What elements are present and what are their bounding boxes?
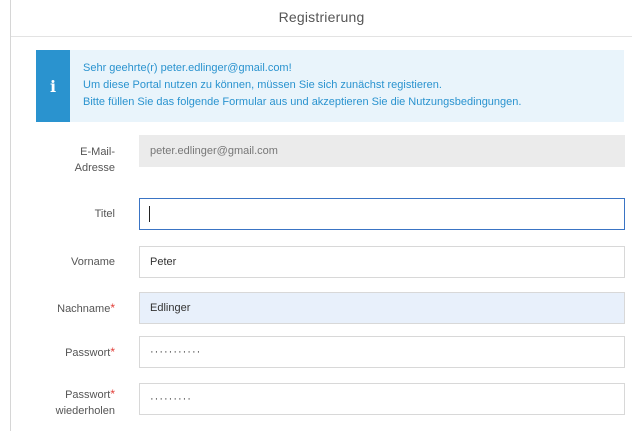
password-repeat-input[interactable]: ········· [139,383,625,415]
email-label-line1: E-Mail- [80,146,115,158]
required-asterisk: * [110,301,115,315]
info-line-greeting: Sehr geehrte(r) peter.edlinger@gmail.com… [83,62,292,74]
password-repeat-label-line1: Passwort [65,389,111,401]
email-label-line2: Adresse [74,162,115,174]
password-repeat-input-value: ········· [150,393,192,405]
firstname-input[interactable]: Peter [139,246,625,278]
lastname-label-text: Nachname [57,303,111,315]
info-line-instructions: Bitte füllen Sie das folgende Formular a… [83,96,522,108]
text-caret [149,206,150,222]
password-input[interactable]: ··········· [139,336,625,368]
password-input-value: ··········· [150,346,202,358]
title-label: Titel [94,208,115,220]
password-label-text: Passwort [65,347,111,359]
required-asterisk: * [110,345,115,359]
password-repeat-label: Passwort* wiederholen [56,386,115,419]
lastname-input[interactable]: Edlinger [139,292,625,324]
email-field: peter.edlinger@gmail.com [139,135,625,167]
dialog-title: Registrierung [11,0,632,37]
firstname-label: Vorname [70,256,115,268]
info-icon: i [36,50,70,122]
password-repeat-label-line2: wiederholen [55,405,115,417]
info-icon-glyph: i [49,76,57,96]
email-label: E-Mail- Adresse [75,144,115,176]
info-alert: i Sehr geehrte(r) peter.edlinger@gmail.c… [36,50,624,122]
info-line-register: Um diese Portal nutzen zu können, müssen… [83,79,442,91]
password-label: Passwort* [65,344,115,361]
info-text: Sehr geehrte(r) peter.edlinger@gmail.com… [83,60,618,111]
lastname-label: Nachname* [57,300,115,317]
title-input[interactable] [139,198,625,230]
registration-dialog: Registrierung i Sehr geehrte(r) peter.ed… [10,0,632,431]
required-asterisk: * [110,387,115,401]
